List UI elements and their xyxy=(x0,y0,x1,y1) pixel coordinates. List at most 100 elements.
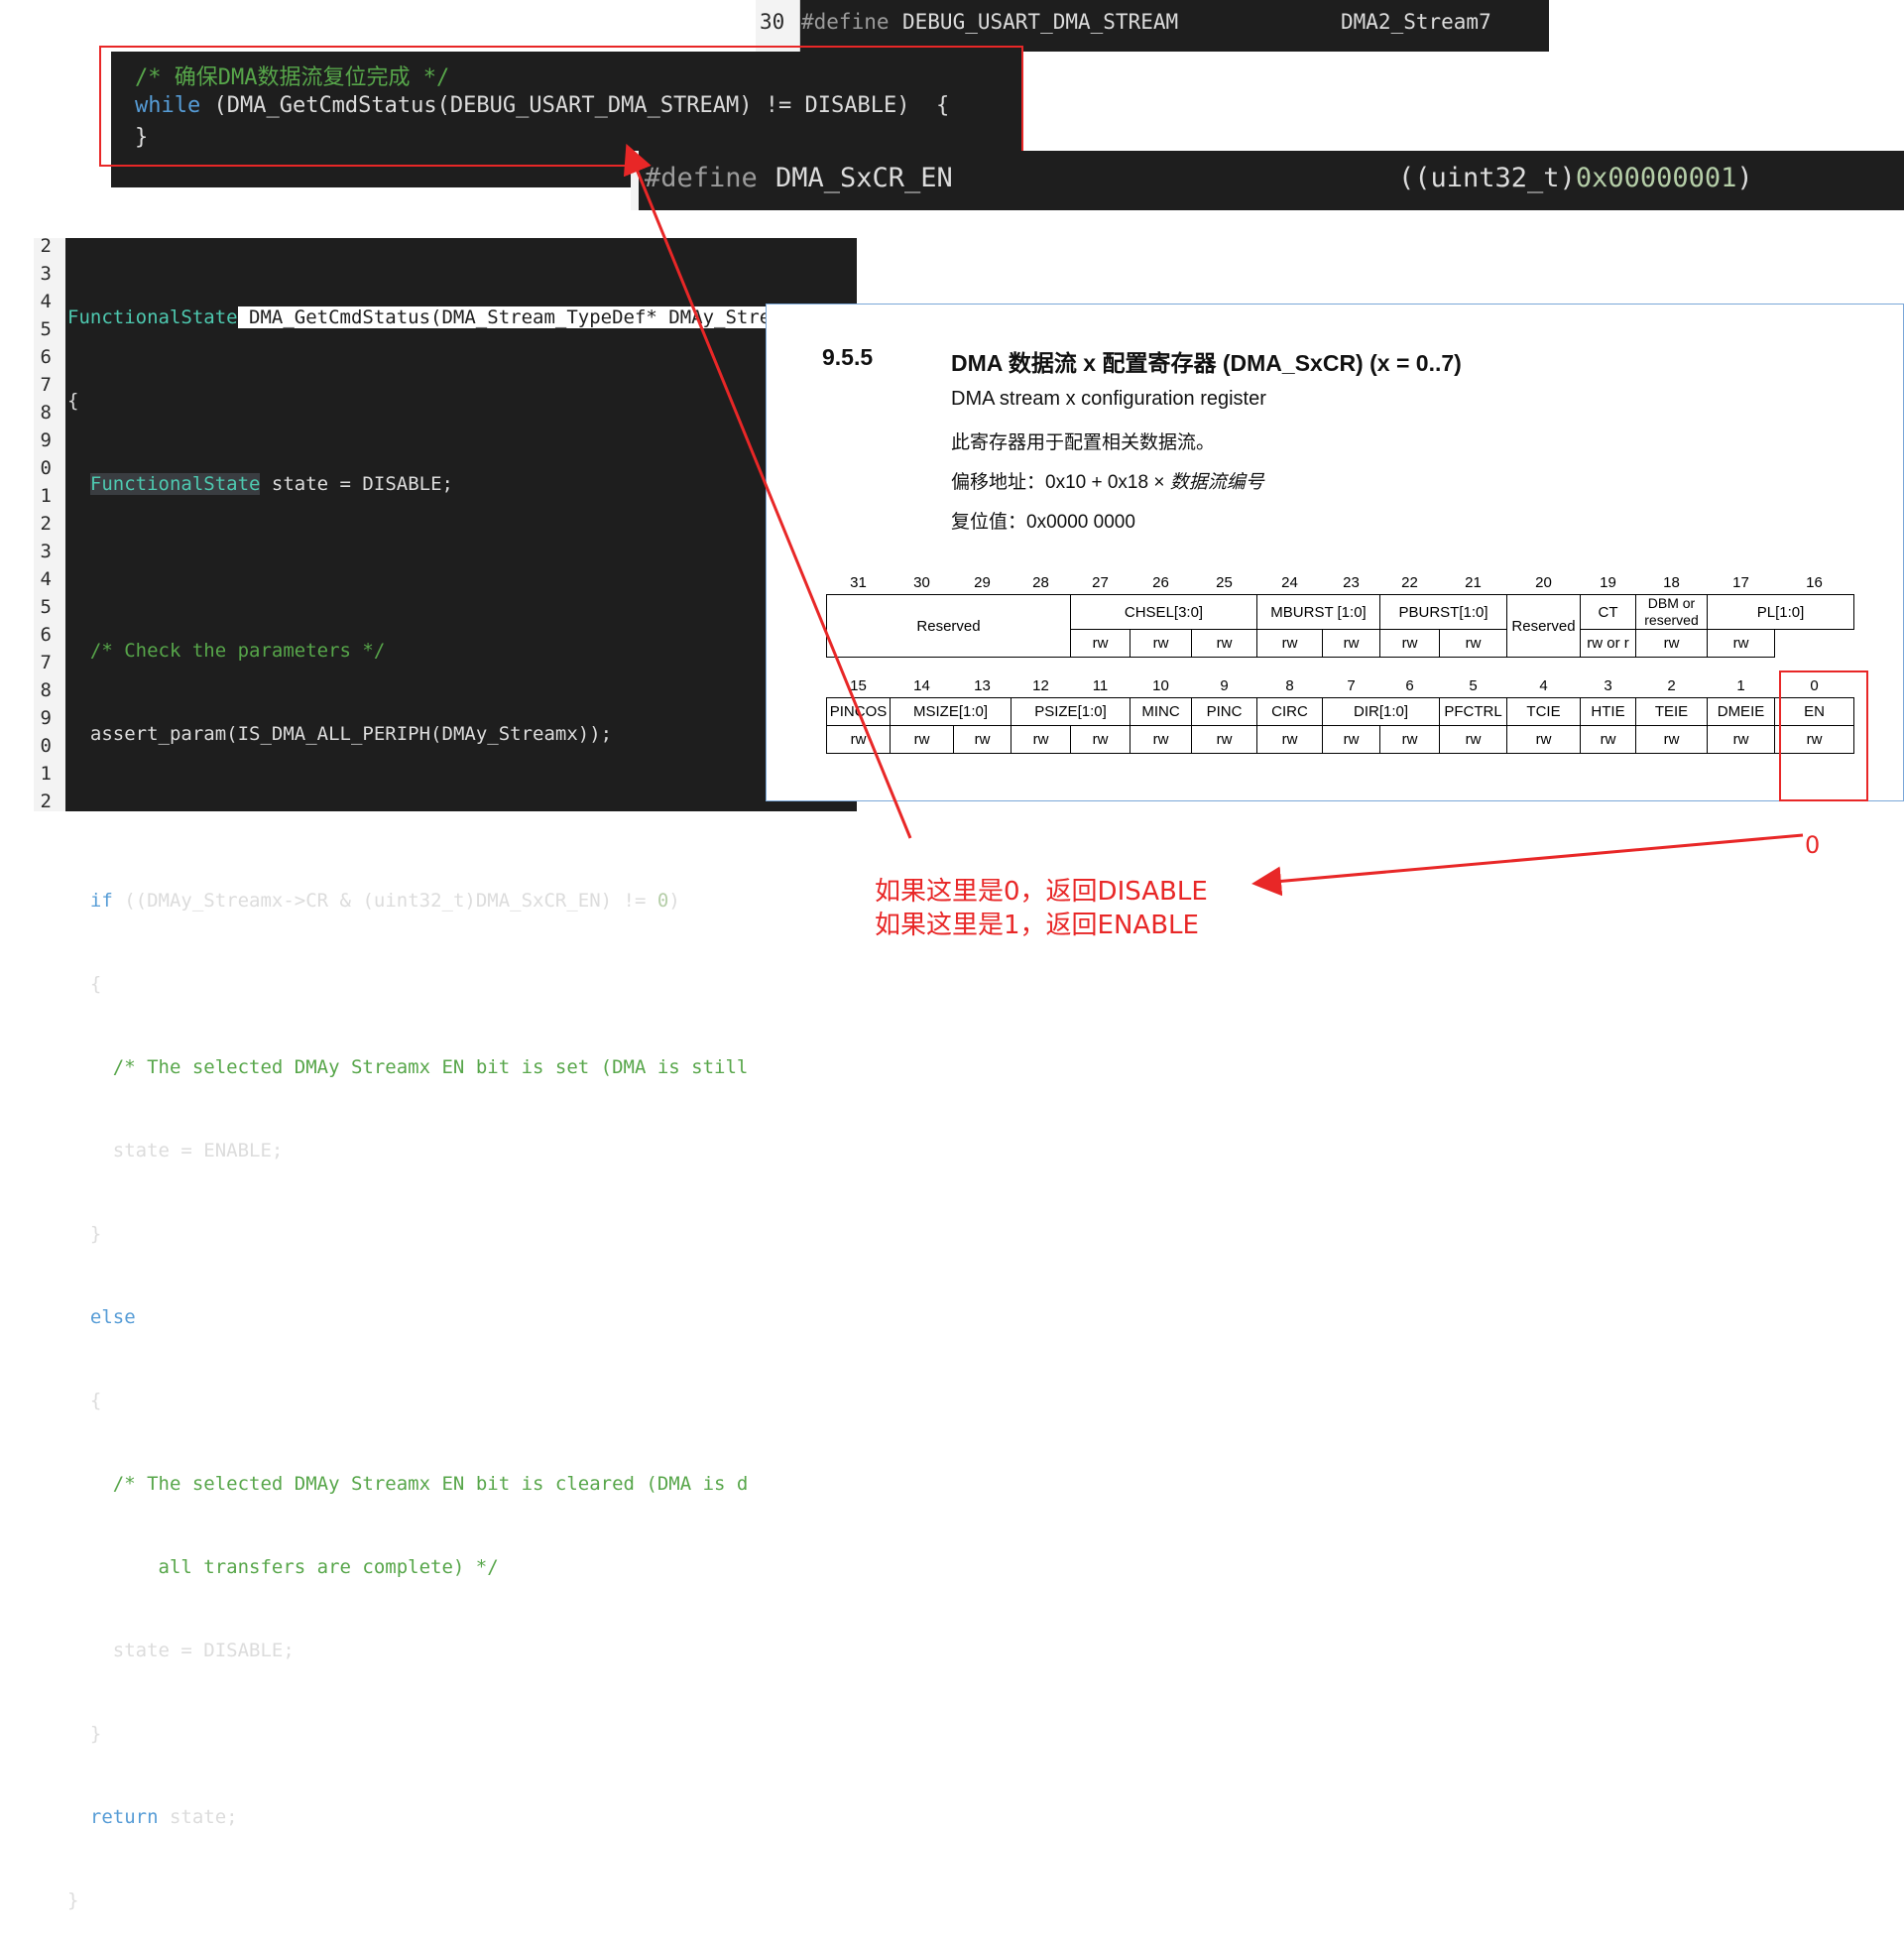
code-line: } xyxy=(67,1720,816,1748)
en-bit-highlight-box xyxy=(1779,670,1868,801)
open-brace: { xyxy=(89,973,102,995)
code-comment-cont: all transfers are complete) */ xyxy=(158,1556,499,1578)
line-number: 0 xyxy=(40,457,52,479)
doc-reset: 复位值：0x0000 0000 xyxy=(951,507,1135,534)
access-cell: rw xyxy=(1580,725,1636,754)
line-number: 2 xyxy=(40,791,52,812)
access-cell: rw xyxy=(1379,629,1440,658)
annotation-zero: 0 xyxy=(1805,831,1821,859)
doc-offset: 偏移地址：0x10 + 0x18 × 数据流编号 xyxy=(951,467,1264,494)
arrow-to-text xyxy=(1251,833,1804,897)
field-pinc: PINC xyxy=(1191,697,1257,726)
field-dmeie: DMEIE xyxy=(1707,697,1775,726)
bit-number: 6 xyxy=(1405,676,1414,694)
top-define-value: DMA2_Stream7 xyxy=(1341,10,1491,34)
return-type: FunctionalState xyxy=(67,306,238,328)
bit-number: 21 xyxy=(1465,573,1482,591)
access-cell: rw xyxy=(1506,725,1581,754)
bit-number: 7 xyxy=(1347,676,1356,694)
offset-italic: 数据流编号 xyxy=(1169,471,1264,493)
code-line: return state; xyxy=(67,1803,816,1831)
field-tcie: TCIE xyxy=(1506,697,1581,726)
register-lower: 15 14 13 12 11 10 9 8 7 6 5 4 3 2 1 0 PI… xyxy=(826,673,1854,754)
dbm-line2: reserved xyxy=(1644,612,1699,628)
access-cell: rw xyxy=(1191,725,1257,754)
access-cell: rw xyxy=(1256,629,1323,658)
doc-section-number: 9.5.5 xyxy=(822,344,874,370)
field-dbm: DBM or reserved xyxy=(1635,594,1708,630)
line-number: 9 xyxy=(40,707,52,729)
offset-value: 0x10 + 0x18 × xyxy=(1045,472,1170,493)
bit-number: 13 xyxy=(974,676,991,694)
bit-number: 27 xyxy=(1092,573,1109,591)
bit-number: 22 xyxy=(1401,573,1418,591)
access-cell: rw xyxy=(1379,725,1440,754)
bit-number: 9 xyxy=(1220,676,1229,694)
bit-number: 16 xyxy=(1806,573,1823,591)
bit-number: 12 xyxy=(1032,676,1049,694)
code-line: else xyxy=(67,1303,816,1331)
bit-number: 19 xyxy=(1600,573,1616,591)
line-number: 2 xyxy=(40,235,52,257)
bit-number: 1 xyxy=(1736,676,1745,694)
access-cell: rw xyxy=(1707,725,1775,754)
access-cell: rw xyxy=(1322,725,1380,754)
line-number: 9 xyxy=(40,429,52,451)
field-psize: PSIZE[1:0] xyxy=(1011,697,1130,726)
line-number: 6 xyxy=(40,346,52,368)
line-number: 4 xyxy=(40,568,52,590)
code-body: FunctionalState DMA_GetCmdStatus(DMA_Str… xyxy=(67,248,816,1950)
doc-subtitle: DMA stream x configuration register xyxy=(951,388,1266,410)
bit-number: 11 xyxy=(1092,676,1109,694)
bit-number: 15 xyxy=(850,676,867,694)
assert-call: assert_param(IS_DMA_ALL_PERIPH(DMAy_Stre… xyxy=(89,723,613,745)
code-line: FunctionalState state = DISABLE; xyxy=(67,470,816,498)
top-define-name: DEBUG_USART_DMA_STREAM xyxy=(902,10,1179,34)
access-cell: rw xyxy=(953,725,1012,754)
code-line: if ((DMAy_Streamx->CR & (uint32_t)DMA_Sx… xyxy=(67,887,816,914)
code-line: } xyxy=(67,1220,816,1248)
field-circ: CIRC xyxy=(1256,697,1323,726)
access-cell: rw xyxy=(1256,725,1323,754)
dbm-line1: DBM or xyxy=(1647,595,1696,611)
field-reserved: Reserved xyxy=(826,594,1071,658)
annotation-line-2: 如果这里是1，返回ENABLE xyxy=(875,911,1199,940)
code-line-numbers: 2 3 4 5 6 7 8 9 0 1 2 3 4 5 6 7 8 9 0 1 … xyxy=(34,232,52,815)
code-comment: /* Check the parameters */ xyxy=(89,640,386,662)
close-brace: } xyxy=(89,1723,102,1745)
line-number: 5 xyxy=(40,596,52,618)
line-number: 3 xyxy=(40,263,52,285)
doc-title: DMA 数据流 x 配置寄存器 (DMA_SxCR) (x = 0..7) xyxy=(951,350,1462,376)
bit-number: 18 xyxy=(1663,573,1680,591)
register-doc: 9.5.5 DMA 数据流 x 配置寄存器 (DMA_SxCR) (x = 0.… xyxy=(766,304,1904,801)
return-keyword: return xyxy=(89,1806,159,1828)
register-upper: 31 30 29 28 27 26 25 24 23 22 21 20 19 1… xyxy=(826,570,1854,658)
bit-number: 20 xyxy=(1535,573,1552,591)
field-pincos: PINCOS xyxy=(826,697,891,726)
code-line: { xyxy=(67,1387,816,1414)
line-number: 8 xyxy=(40,679,52,701)
field-mburst: MBURST [1:0] xyxy=(1256,594,1380,630)
assign-enable: state = ENABLE; xyxy=(112,1140,284,1161)
field-dir: DIR[1:0] xyxy=(1322,697,1440,726)
upper-fields-row: Reserved CHSEL[3:0] MBURST [1:0] PBURST[… xyxy=(826,594,1854,658)
else-keyword: else xyxy=(89,1306,136,1328)
access-cell: rw xyxy=(890,725,954,754)
function-signature: DMA_GetCmdStatus(DMA_Stream_TypeDef* DMA… xyxy=(237,306,816,328)
code-line: /* The selected DMAy Streamx EN bit is s… xyxy=(67,1053,816,1081)
bit-number: 25 xyxy=(1216,573,1233,591)
bit-number: 14 xyxy=(913,676,930,694)
code-line: state = DISABLE; xyxy=(67,1637,816,1664)
line-number: 2 xyxy=(40,513,52,535)
code-line: { xyxy=(67,390,79,412)
line-number: 5 xyxy=(40,318,52,340)
sxcr-define-directive: #define xyxy=(645,163,758,193)
bit-number: 28 xyxy=(1032,573,1049,591)
snippet-highlight-box xyxy=(99,46,1023,167)
field-ct: CT xyxy=(1580,594,1636,630)
code-line: { xyxy=(67,970,816,998)
access-cell: rw xyxy=(1070,725,1130,754)
return-value: state; xyxy=(158,1806,238,1828)
if-condition: ((DMAy_Streamx->CR & (uint32_t)DMA_SxCR_… xyxy=(112,890,657,912)
bit-number: 30 xyxy=(913,573,930,591)
